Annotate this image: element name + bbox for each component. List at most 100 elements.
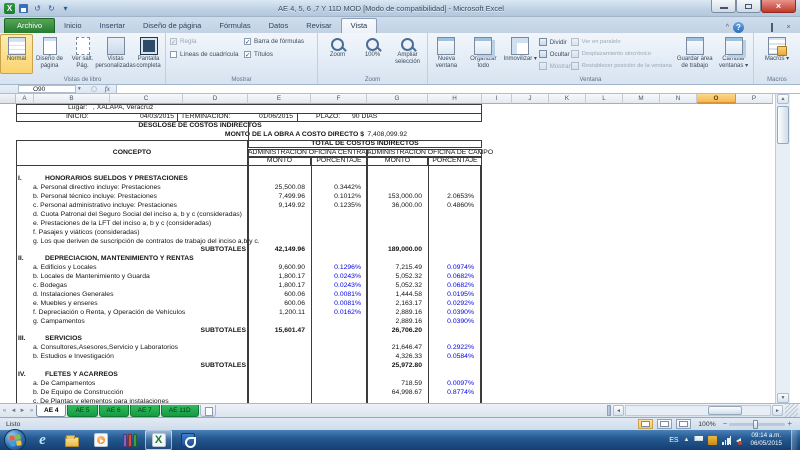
ribbon-button-pantalla-completa[interactable]: Pantalla completa <box>132 34 165 74</box>
cell-text-row-43[interactable]: 0.8774% <box>447 389 474 398</box>
column-header-j[interactable]: J <box>512 94 549 104</box>
ribbon-tab-archivo[interactable]: Archivo <box>4 18 55 33</box>
doc-close-button[interactable]: × <box>782 24 795 31</box>
select-all-corner[interactable] <box>0 94 16 104</box>
column-header-l[interactable]: L <box>586 94 623 104</box>
cell-text-row-22[interactable]: c. Personal administrativo incluye: Pres… <box>33 202 177 211</box>
vertical-scrollbar[interactable]: ▲ ▼ <box>775 94 790 403</box>
taskbar-button-excel[interactable]: X <box>145 430 172 450</box>
insert-worksheet-icon[interactable] <box>200 405 216 417</box>
column-header-g[interactable]: G <box>367 94 428 104</box>
close-button[interactable]: × <box>761 0 796 13</box>
cell-text-row-20[interactable]: 0.3442% <box>334 184 361 193</box>
ribbon-button-zoom[interactable]: Zoom <box>320 34 355 74</box>
cell-text-row-36[interactable]: 26,706.20 <box>392 327 422 336</box>
cell-text-row-29[interactable]: a. Edificios y Locales <box>33 264 96 273</box>
sheet-tab-ae-5[interactable]: AE 5 <box>67 405 97 417</box>
vertical-scroll-thumb[interactable] <box>777 106 789 144</box>
scroll-up-icon[interactable]: ▲ <box>777 94 789 104</box>
ribbon-button-ampliar-selecci-n[interactable]: Ampliar selección <box>390 34 425 74</box>
cell-text-row-30[interactable]: 0.0682% <box>447 273 474 282</box>
cell-text-row-30[interactable]: 1,800.17 <box>279 273 305 282</box>
checkbox-l-neas-de-cuadr-cula[interactable]: Líneas de cuadrícula <box>170 51 244 58</box>
sheet-tab-ae-11d[interactable]: AE 11D <box>161 405 199 417</box>
cell-text-row-19[interactable]: HONORARIOS SUELDOS Y PRESTACIONES <box>45 175 188 184</box>
cell-text-row-30[interactable]: 5,052.32 <box>396 273 422 282</box>
cell-text-row-22[interactable]: 36,000.00 <box>392 202 422 211</box>
scroll-left-icon[interactable]: ◄ <box>613 405 624 416</box>
ribbon-button-organizar-todo[interactable]: Organizar todo <box>465 34 502 74</box>
clock[interactable]: 09:14 a.m. 06/05/2015 <box>746 432 786 448</box>
name-box-dropdown-icon[interactable]: ▾ <box>78 86 81 92</box>
cell-text-row-29[interactable]: 0.1296% <box>334 264 361 273</box>
cell-text-row-27[interactable]: 189,000.00 <box>388 246 422 255</box>
barra-de-f-rmulas-checkbox-icon[interactable]: ✓ <box>244 38 251 45</box>
help-icon[interactable]: ? <box>733 22 744 33</box>
cell-text-row-19[interactable]: I. <box>18 175 22 184</box>
cell-text-row-21[interactable]: 7,499.96 <box>279 193 305 202</box>
volume-icon[interactable] <box>736 438 741 444</box>
cell-text-row-34[interactable]: 1,200.11 <box>279 309 305 318</box>
grid[interactable]: Lugar: , XALAPA, VeracruzINICIO:04/03/20… <box>0 104 775 403</box>
taskbar-button-internet-explorer[interactable]: e <box>29 430 56 450</box>
column-header-f[interactable]: F <box>311 94 367 104</box>
cell-text-row-39[interactable]: 4,326.33 <box>396 353 422 362</box>
sheet-tab-ae-4[interactable]: AE 4 <box>36 405 66 417</box>
qat-dropdown-icon[interactable]: ▾ <box>60 3 71 14</box>
ribbon-button-restablecer-posici-n-de-la-ventana[interactable]: Restablecer posición de la ventana <box>571 61 676 71</box>
cell-text-row-21[interactable]: 153,000.00 <box>388 193 422 202</box>
cell-text-row-21[interactable]: 2.0653% <box>447 193 474 202</box>
l-neas-de-cuadr-cula-checkbox-icon[interactable] <box>170 51 177 58</box>
zoom-level[interactable]: 100% <box>698 421 715 428</box>
page-break-view-button[interactable] <box>676 419 691 429</box>
cell-text-row-29[interactable]: 0.0974% <box>447 264 474 273</box>
cell-text-row-40[interactable]: SUBTOTALES <box>201 362 246 371</box>
scroll-right-icon[interactable]: ► <box>772 405 783 416</box>
page-layout-view-button[interactable] <box>657 419 672 429</box>
cell-text-row-25[interactable]: f. Pasajes y viáticos (consideradas) <box>33 229 140 238</box>
zoom-slider-thumb[interactable] <box>753 420 758 429</box>
t-tulos-checkbox-icon[interactable]: ✓ <box>244 51 251 58</box>
cell-text-row-26[interactable]: g. Los que deriven de suscripción de con… <box>33 238 260 247</box>
checkbox-regla[interactable]: ✓Regla <box>170 38 244 45</box>
cell-text-row-37[interactable]: SERVICIOS <box>45 335 82 344</box>
cell-text-row-31[interactable]: 1,800.17 <box>279 282 305 291</box>
cell-text-row-42[interactable]: 0.0097% <box>447 380 474 389</box>
cell-text-row-30[interactable]: b. Locales de Mantenimiento y Guarda <box>33 273 150 282</box>
cell-text-row-33[interactable]: 0.0081% <box>334 300 361 309</box>
taskbar-button-windows-explorer[interactable] <box>58 430 85 450</box>
cell-text-row-27[interactable]: 42,149.96 <box>275 246 305 255</box>
cell-text-row-32[interactable]: 0.0081% <box>334 291 361 300</box>
column-header-i[interactable]: I <box>482 94 512 104</box>
windows-update-icon[interactable] <box>708 436 717 445</box>
cell-text-row-39[interactable]: b. Estudios e Investigación <box>33 353 114 362</box>
cell-text-row-31[interactable]: 5,052.32 <box>396 282 422 291</box>
column-header-a[interactable]: A <box>16 94 34 104</box>
column-header-k[interactable]: K <box>549 94 586 104</box>
normal-view-button[interactable] <box>638 419 653 429</box>
column-header-o[interactable]: O <box>697 94 736 104</box>
ribbon-button-nueva-ventana[interactable]: Nueva ventana <box>428 34 465 74</box>
cell-text-row-22[interactable]: 0.4860% <box>447 202 474 211</box>
cell-text-row-28[interactable]: II. <box>18 255 24 264</box>
taskbar-button-windows-media-player[interactable] <box>87 430 114 450</box>
cell-text-row-42[interactable]: 718.59 <box>401 380 422 389</box>
horizontal-scroll-thumb[interactable] <box>708 406 742 415</box>
last-sheet-icon[interactable]: » <box>27 408 36 414</box>
cell-text-row-35[interactable]: 0.0390% <box>447 318 474 327</box>
cell-text-row-32[interactable]: d. Instalaciones Generales <box>33 291 113 300</box>
sheet-tab-ae-7[interactable]: AE 7 <box>130 405 160 417</box>
column-header-n[interactable]: N <box>660 94 697 104</box>
cell-text-row-43[interactable]: b. De Equipo de Construcción <box>33 389 123 398</box>
cell-text-row-27[interactable]: SUBTOTALES <box>201 246 246 255</box>
cell-text-row-34[interactable]: 2,889.16 <box>396 309 422 318</box>
cell-text-row-40[interactable]: 25,972.80 <box>392 362 422 371</box>
tab-split-handle[interactable] <box>607 405 611 416</box>
cell-text-row-33[interactable]: 0.0292% <box>447 300 474 309</box>
ribbon-button-vistas-personalizadas[interactable]: Vistas personalizadas <box>99 34 132 74</box>
undo-icon[interactable]: ↺ <box>32 3 43 14</box>
cell-text-row-33[interactable]: 600.06 <box>284 300 305 309</box>
ribbon-button-desplazamiento-sincr-nico[interactable]: Desplazamiento sincrónico <box>571 49 676 59</box>
cell-text-row-32[interactable]: 0.0195% <box>447 291 474 300</box>
cell-text-row-29[interactable]: 7,215.49 <box>396 264 422 273</box>
